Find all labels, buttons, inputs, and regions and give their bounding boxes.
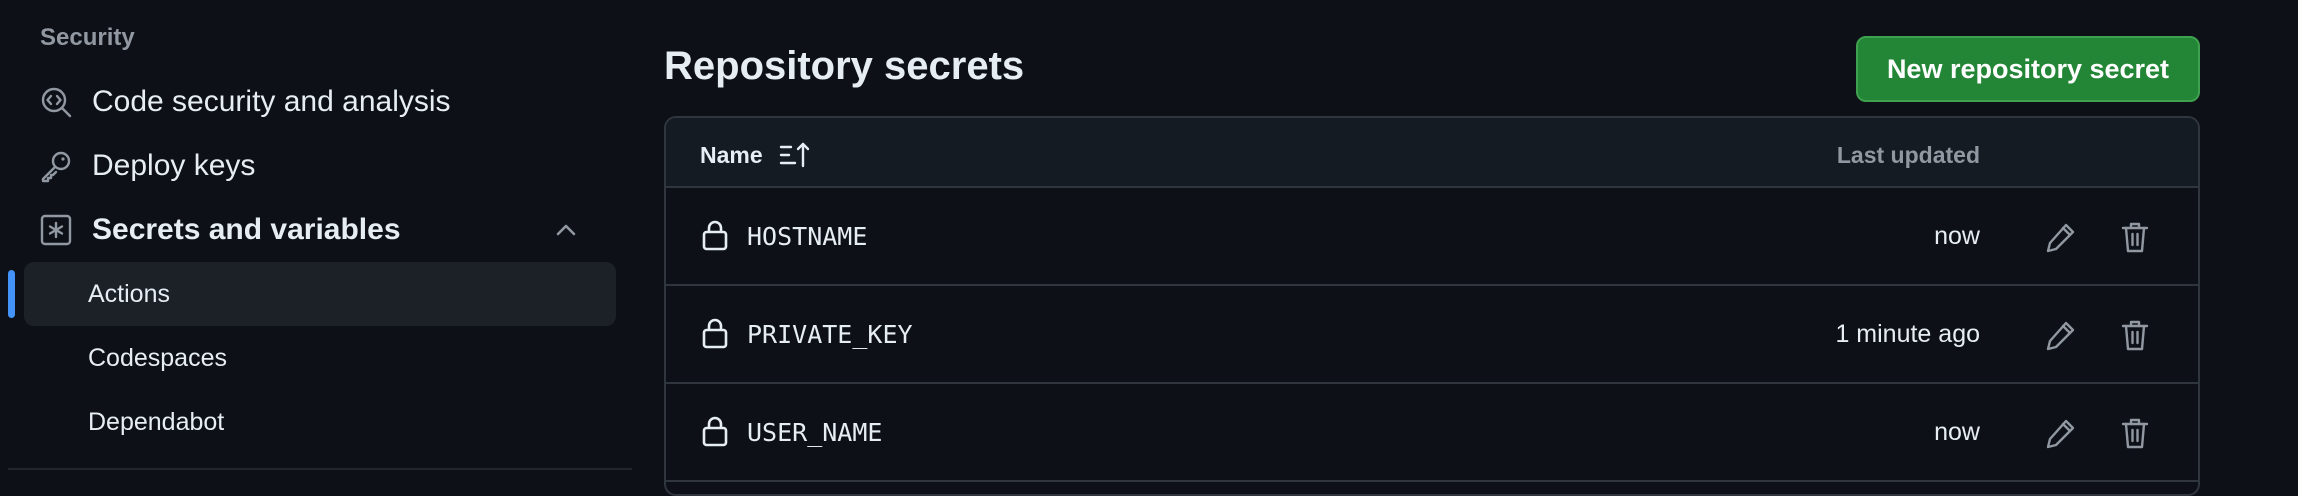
sidebar-item-label: Secrets and variables [92,213,401,246]
trash-icon[interactable] [2120,416,2150,450]
sidebar-item-code-security[interactable]: Code security and analysis [24,70,616,134]
sidebar-subitem-label: Codespaces [88,343,227,372]
table-row: PRIVATE_KEY 1 minute ago [666,286,2198,384]
secret-name: PRIVATE_KEY [747,320,913,349]
table-row: HOSTNAME now [666,188,2198,286]
lock-icon [700,218,730,252]
secret-name: HOSTNAME [747,222,868,251]
sidebar-item-secrets-and-variables[interactable]: Secrets and variables [24,198,616,262]
sidebar-item-label: Code security and analysis [92,85,451,118]
column-header-last-updated: Last updated [1836,142,1980,168]
chevron-up-icon[interactable] [552,216,580,244]
codescan-icon [38,84,74,120]
sidebar-divider [8,468,632,470]
column-header-name[interactable]: Name [700,140,813,170]
pencil-icon[interactable] [2044,318,2078,352]
lock-icon [700,414,730,448]
secrets-table: Name Last updated HOSTNAME now PRIVATE_K… [664,116,2200,496]
column-header-name-label: Name [700,141,763,168]
secret-last-updated: now [1934,418,1980,446]
new-repository-secret-button[interactable]: New repository secret [1856,36,2200,102]
lock-icon [700,316,730,350]
sidebar-section-title: Security [40,24,135,51]
asterisk-icon [38,212,74,248]
secret-last-updated: 1 minute ago [1835,320,1980,348]
sidebar-subitem-dependabot[interactable]: Dependabot [24,390,616,454]
table-row: USER_NAME now [666,384,2198,482]
active-indicator [8,270,15,318]
sidebar-item-deploy-keys[interactable]: Deploy keys [24,134,616,198]
sidebar-subitem-label: Actions [88,279,170,308]
table-header: Name Last updated [666,118,2198,188]
sidebar-subitem-actions[interactable]: Actions [24,262,616,326]
pencil-icon[interactable] [2044,416,2078,450]
trash-icon[interactable] [2120,220,2150,254]
sort-ascending-icon[interactable] [779,140,813,170]
sidebar-subitem-label: Dependabot [88,407,225,436]
settings-sidebar: Security Code security and analysis Depl… [0,0,636,480]
key-icon [38,148,74,184]
secret-last-updated: now [1934,222,1980,250]
sidebar-subitem-codespaces[interactable]: Codespaces [24,326,616,390]
page-title: Repository secrets [664,44,1025,88]
trash-icon[interactable] [2120,318,2150,352]
sidebar-item-label: Deploy keys [92,149,256,182]
pencil-icon[interactable] [2044,220,2078,254]
secret-name: USER_NAME [747,418,883,447]
